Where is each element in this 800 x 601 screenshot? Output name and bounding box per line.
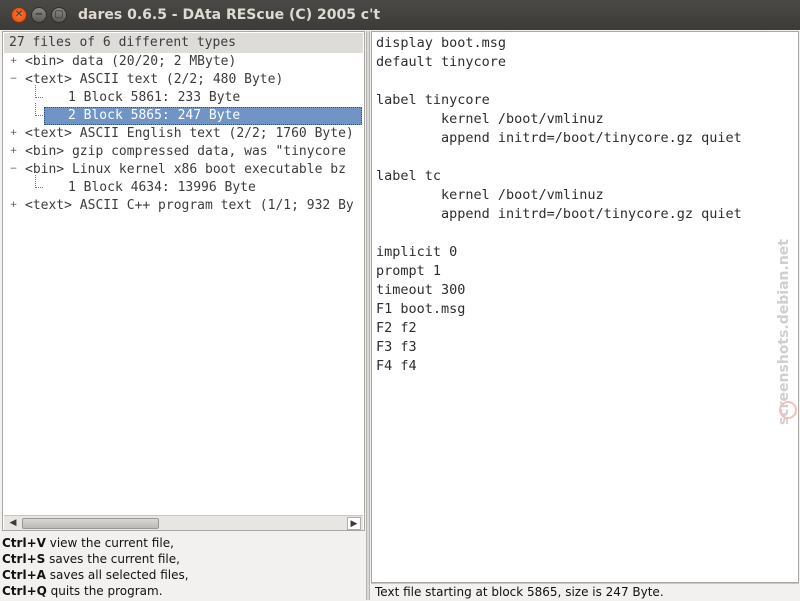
- tree-row-label: <text> ASCII text (2/2; 480 Byte): [25, 72, 284, 87]
- file-tree-pane: 27 files of 6 different types + <bin> da…: [2, 31, 365, 531]
- file-viewer-pane: display boot.msg default tinycore label …: [371, 31, 799, 583]
- maximize-window-icon[interactable]: ▢: [51, 7, 67, 23]
- pane-splitter[interactable]: [366, 31, 370, 600]
- keyboard-help: Ctrl+V view the current file, Ctrl+S sav…: [2, 535, 365, 599]
- tree-row-label: <bin> Linux kernel x86 boot executable b…: [25, 162, 346, 177]
- tree-row-block-5861[interactable]: 1 Block 5861: 233 Byte: [4, 85, 363, 107]
- tree-row-linux-kernel[interactable]: − <bin> Linux kernel x86 boot executable…: [4, 161, 363, 179]
- scroll-left-icon[interactable]: ◀: [6, 517, 20, 530]
- tree-row-label: 1 Block 5861: 233 Byte: [68, 90, 241, 105]
- file-content-view[interactable]: display boot.msg default tinycore label …: [376, 34, 796, 580]
- tree-branch-line: [35, 103, 43, 116]
- tree-row-label: 2 Block 5865: 247 Byte: [68, 108, 241, 123]
- collapse-icon[interactable]: −: [9, 165, 18, 174]
- help-key: Ctrl+Q: [2, 584, 47, 598]
- status-bar: Text file starting at block 5865, size i…: [371, 583, 799, 600]
- help-text: saves all selected files,: [45, 568, 189, 582]
- tree-row-cpp-program[interactable]: + <text> ASCII C++ program text (1/1; 93…: [4, 197, 363, 215]
- help-text: saves the current file,: [45, 552, 180, 566]
- close-window-icon[interactable]: ✕: [11, 7, 27, 23]
- help-line-view: Ctrl+V view the current file,: [2, 535, 365, 551]
- expand-icon[interactable]: +: [9, 201, 18, 210]
- tree-row-gzip[interactable]: + <bin> gzip compressed data, was "tinyc…: [4, 143, 363, 161]
- expand-icon[interactable]: +: [9, 147, 18, 156]
- help-text: view the current file,: [45, 536, 174, 550]
- tree-row-label: <bin> gzip compressed data, was "tinycor…: [25, 144, 346, 159]
- title-bar: ✕ − ▢ dares 0.6.5 - DAta REScue (C) 2005…: [0, 0, 800, 30]
- file-tree-header: 27 files of 6 different types: [4, 33, 363, 53]
- expand-icon[interactable]: +: [9, 57, 18, 66]
- tree-branch-line: [35, 85, 43, 98]
- horizontal-scrollbar[interactable]: ◀ ▶: [4, 515, 363, 530]
- tree-row-label: 1 Block 4634: 13996 Byte: [68, 180, 256, 195]
- file-tree[interactable]: + <bin> data (20/20; 2 MByte) − <text> A…: [4, 53, 363, 515]
- tree-row-ascii-english[interactable]: + <text> ASCII English text (2/2; 1760 B…: [4, 125, 363, 143]
- help-line-save: Ctrl+S saves the current file,: [2, 551, 365, 567]
- help-key: Ctrl+A: [2, 568, 46, 582]
- help-key: Ctrl+V: [2, 536, 46, 550]
- scroll-right-icon[interactable]: ▶: [347, 517, 361, 530]
- window-title: dares 0.6.5 - DAta REScue (C) 2005 c't: [78, 7, 381, 23]
- tree-row-label: <text> ASCII English text (2/2; 1760 Byt…: [25, 126, 354, 141]
- expand-icon[interactable]: +: [9, 129, 18, 138]
- help-line-save-all: Ctrl+A saves all selected files,: [2, 567, 365, 583]
- selection-highlight: 2 Block 5865: 247 Byte: [44, 107, 362, 125]
- help-line-quit: Ctrl+Q quits the program.: [2, 583, 365, 599]
- tree-row-ascii-text[interactable]: − <text> ASCII text (2/2; 480 Byte): [4, 71, 363, 89]
- watermark-text: screenshots.debian.net: [776, 239, 792, 425]
- tree-row-block-5865[interactable]: 2 Block 5865: 247 Byte: [4, 103, 363, 125]
- tree-row-label: <bin> data (20/20; 2 MByte): [25, 54, 237, 69]
- tree-row-bin-data[interactable]: + <bin> data (20/20; 2 MByte): [4, 53, 363, 71]
- help-text: quits the program.: [46, 584, 163, 598]
- tree-row-label: <text> ASCII C++ program text (1/1; 932 …: [25, 198, 354, 213]
- collapse-icon[interactable]: −: [9, 75, 18, 84]
- watermark-logo-icon: [779, 401, 797, 419]
- minimize-window-icon[interactable]: −: [31, 7, 47, 23]
- scroll-thumb[interactable]: [22, 518, 159, 529]
- help-key: Ctrl+S: [2, 552, 46, 566]
- tree-row-block-4634[interactable]: 1 Block 4634: 13996 Byte: [4, 175, 363, 197]
- tree-branch-line: [35, 175, 43, 188]
